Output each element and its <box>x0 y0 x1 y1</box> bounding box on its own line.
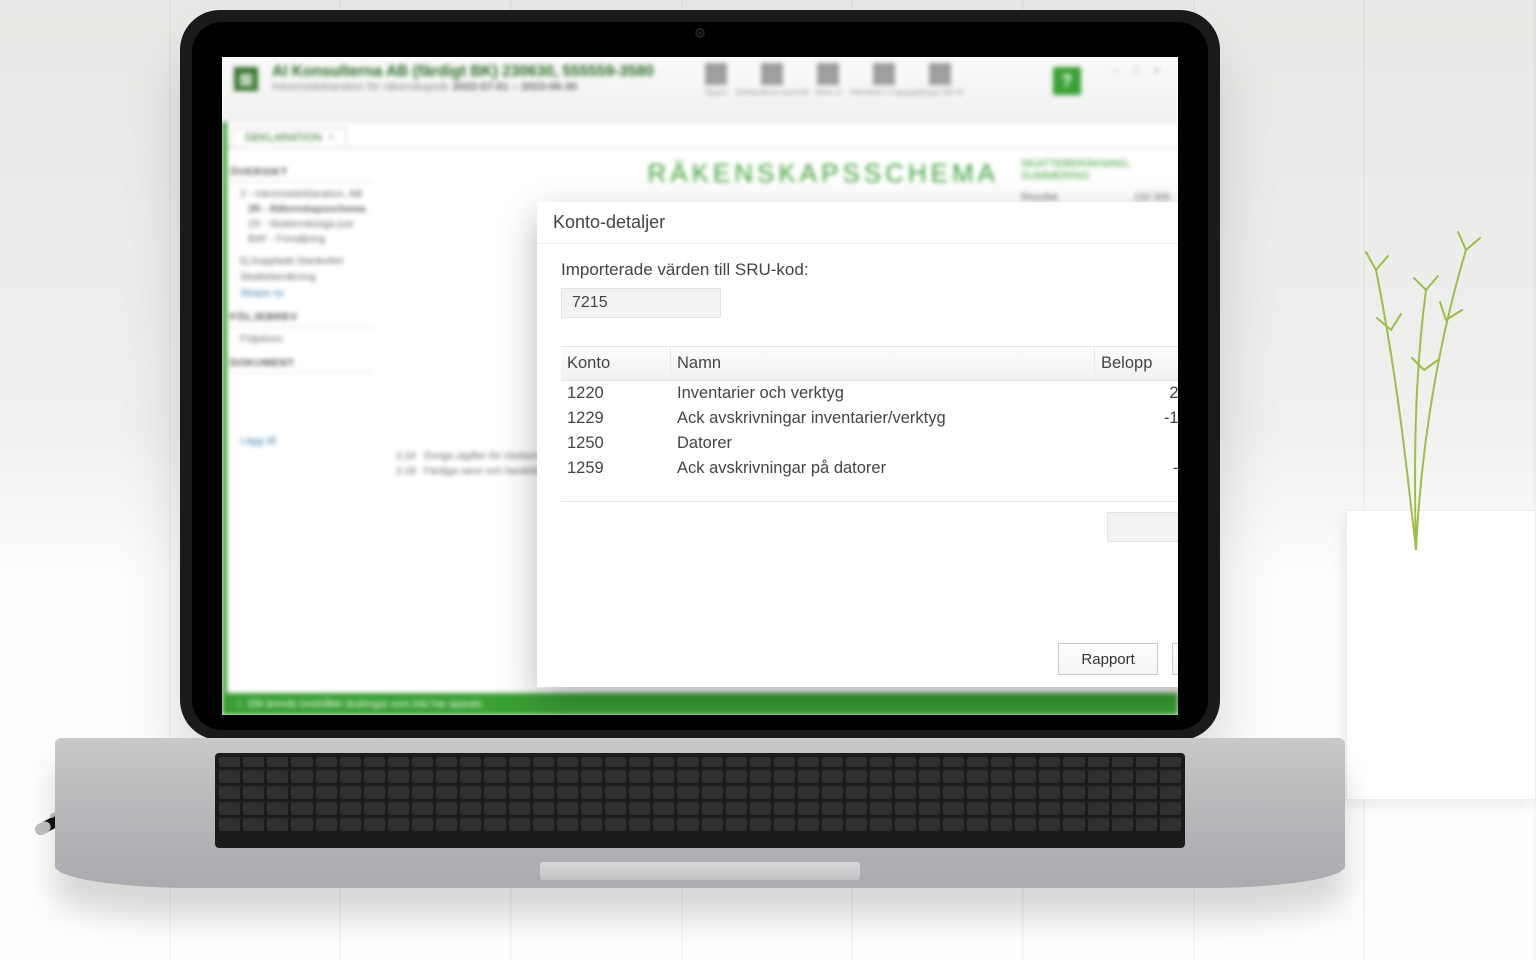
import-label: Importerade värden till SRU-kod: <box>561 260 1178 280</box>
dialog-title: Konto-detaljer <box>553 212 665 233</box>
sidebar-item[interactable]: Följebrev <box>230 331 374 347</box>
sidebar-item[interactable]: BAF - Försäljning <box>230 232 374 247</box>
app-title: AI Konsulterna AB (färdigt BK) 230630, 5… <box>272 63 654 81</box>
app-logo-icon: ▦ <box>234 67 258 91</box>
app-subtitle: Inkomstdeklaration för räkenskapsår 2022… <box>272 81 654 93</box>
table-row[interactable]: 1259Ack avskrivningar på datorer-12 844 <box>561 456 1178 481</box>
help-button[interactable]: ? <box>1053 67 1081 95</box>
sidebar-heading-oversikt: ÖVERSIKT <box>230 166 374 182</box>
tab-deklaration[interactable]: DEKLARATION× <box>232 128 347 147</box>
sidebar-new-link[interactable]: Skapa ny <box>230 285 374 301</box>
account-details-dialog: Konto-detaljer × Importerade värden till… <box>537 202 1178 687</box>
close-button[interactable]: Stäng <box>1172 643 1178 675</box>
sidebar-add-link[interactable]: Lägg till <box>230 433 374 449</box>
table-row[interactable]: 1250Datorer34 590 <box>561 431 1178 456</box>
sidebar-item[interactable]: 2R - Räkenskapsschema <box>230 202 374 217</box>
sidebar: ÖVERSIKT 2 - Inkomstdeklaration, AB 2R -… <box>222 148 382 693</box>
page-title: RÄKENSKAPSSCHEMA <box>396 158 999 189</box>
table-row[interactable]: 1229Ack avskrivningar inventarier/verkty… <box>561 406 1178 431</box>
laptop-frame: ▦ AI Konsulterna AB (färdigt BK) 230630,… <box>180 10 1220 740</box>
status-bar: ○ Ditt ärende innehåller ändringar som i… <box>222 693 1178 715</box>
sidebar-item[interactable]: Skatteberäkning <box>230 269 374 285</box>
col-header-belopp[interactable]: Belopp <box>1095 347 1178 380</box>
laptop-deck <box>55 738 1345 888</box>
toolbar-save[interactable]: Spara <box>698 63 734 97</box>
decor-plant <box>1306 100 1536 800</box>
col-header-namn[interactable]: Namn <box>671 347 1095 380</box>
sidebar-heading-dokument: DOKUMENT <box>230 357 374 373</box>
trackpad <box>540 862 860 880</box>
sidebar-item[interactable]: Ej kopplade blanketter <box>230 253 374 269</box>
table-row[interactable]: 1220Inventarier och verktyg219 892 <box>561 381 1178 406</box>
toolbar-sie[interactable]: Skapa SIE-fil <box>922 63 958 97</box>
toolbar: Spara Deklarations-kontroll Skriv ut Kli… <box>698 63 958 97</box>
window-maximize-icon[interactable]: □ <box>1133 65 1140 77</box>
toolbar-control[interactable]: Deklarations-kontroll <box>754 63 790 97</box>
sidebar-heading-foljebrev: FÖLJEBREV <box>230 311 374 327</box>
sidebar-item[interactable]: 2S - Skattemässiga just <box>230 217 374 232</box>
sru-code-input[interactable] <box>561 288 721 318</box>
camera-dot <box>695 28 705 38</box>
toolbar-print[interactable]: Skriv ut <box>810 63 846 97</box>
app-screen: ▦ AI Konsulterna AB (färdigt BK) 230630,… <box>222 57 1178 715</box>
rightcol-title: SKATTEBERÄKNING, SUMMERING <box>1021 158 1170 182</box>
report-button[interactable]: Rapport <box>1058 643 1157 675</box>
accounts-table: Konto Namn Belopp ▲ 1220Inventarier och … <box>561 346 1178 502</box>
window-close-icon[interactable]: × <box>1154 65 1160 77</box>
sidebar-item[interactable]: 2 - Inkomstdeklaration, AB <box>230 186 374 202</box>
sum-output: 74 857 <box>1107 512 1178 542</box>
window-minimize-icon[interactable]: – <box>1113 65 1119 77</box>
col-header-konto[interactable]: Konto <box>561 347 671 380</box>
toolbar-clientcard[interactable]: Klientkort i Capego <box>866 63 902 97</box>
tab-close-icon[interactable]: × <box>328 132 334 144</box>
keyboard <box>215 753 1185 848</box>
